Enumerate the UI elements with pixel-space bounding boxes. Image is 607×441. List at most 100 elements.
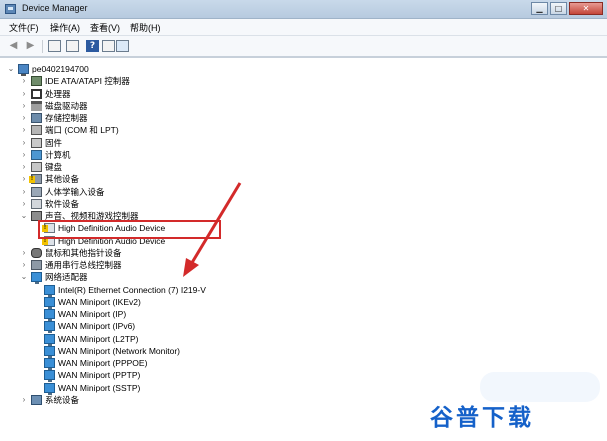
tree-category[interactable]: › 计算机 bbox=[0, 149, 600, 161]
menu-bar: 文件(F) 操作(A) 查看(V) 帮助(H) bbox=[0, 19, 607, 36]
expand-arrow-icon[interactable]: › bbox=[20, 161, 28, 173]
menu-file[interactable]: 文件(F) bbox=[9, 21, 39, 34]
tree-item-label: 处理器 bbox=[45, 88, 71, 99]
tree-device[interactable]: WAN Miniport (IP) bbox=[0, 308, 600, 321]
tree-category[interactable]: › 人体学输入设备 bbox=[0, 186, 600, 198]
usb-controller-icon bbox=[31, 260, 42, 270]
ide-controller-icon bbox=[31, 76, 42, 87]
tree-item-label: IDE ATA/ATAPI 控制器 bbox=[45, 76, 130, 87]
network-adapter-icon bbox=[44, 309, 55, 321]
tree-device[interactable]: WAN Miniport (PPPOE) bbox=[0, 357, 600, 370]
tree-category[interactable]: › 其他设备 bbox=[0, 173, 600, 185]
expand-arrow-icon[interactable]: › bbox=[20, 112, 28, 124]
tree-item-label: 人体学输入设备 bbox=[45, 186, 105, 197]
computer-root-icon bbox=[18, 64, 29, 76]
tree-item-label: WAN Miniport (L2TP) bbox=[58, 333, 139, 344]
back-arrow-icon[interactable]: ◀ bbox=[7, 40, 20, 52]
network-adapter-icon bbox=[44, 333, 55, 346]
network-adapter-icon bbox=[44, 358, 55, 370]
tree-item-label: 计算机 bbox=[45, 149, 71, 160]
window-controls: ▁ □ ✕ bbox=[531, 2, 603, 15]
action-pane-icon[interactable] bbox=[102, 40, 115, 52]
annotation-highlight-box bbox=[38, 220, 221, 239]
tree-category[interactable]: › 软件设备 bbox=[0, 198, 600, 210]
tree-category[interactable]: › 磁盘驱动器 bbox=[0, 100, 600, 112]
tree-category[interactable]: › 鼠标和其他指针设备 bbox=[0, 247, 600, 259]
tree-item-label: pe0402194700 bbox=[32, 64, 89, 74]
menu-action[interactable]: 操作(A) bbox=[50, 21, 80, 34]
tree-category[interactable]: › IDE ATA/ATAPI 控制器 bbox=[0, 75, 600, 87]
tree-category[interactable]: › 固件 bbox=[0, 137, 600, 149]
tree-item-label: 存储控制器 bbox=[45, 113, 88, 123]
window-title: Device Manager bbox=[22, 3, 88, 13]
expand-arrow-icon[interactable]: › bbox=[20, 198, 28, 210]
tree-item-label: WAN Miniport (Network Monitor) bbox=[58, 345, 181, 356]
scan-hardware-icon[interactable] bbox=[116, 40, 129, 52]
hid-icon bbox=[31, 186, 42, 197]
tree-device[interactable]: WAN Miniport (L2TP) bbox=[0, 333, 600, 346]
processor-icon bbox=[31, 88, 42, 99]
other-devices-icon bbox=[29, 174, 42, 185]
tree-item-label: 端口 (COM 和 LPT) bbox=[45, 125, 119, 136]
expand-arrow-icon[interactable]: › bbox=[20, 88, 28, 100]
expand-arrow-icon[interactable]: › bbox=[20, 173, 28, 185]
tree-category[interactable]: › 处理器 bbox=[0, 88, 600, 100]
tree-category[interactable]: ⌄ 网络适配器 bbox=[0, 271, 600, 285]
expand-arrow-icon[interactable]: › bbox=[20, 247, 28, 259]
toolbar: ◀ ▶ ? bbox=[0, 36, 607, 57]
menu-help[interactable]: 帮助(H) bbox=[130, 21, 161, 34]
expand-arrow-icon[interactable]: › bbox=[20, 186, 28, 198]
collapse-arrow-icon[interactable]: ⌄ bbox=[20, 271, 28, 283]
tree-device[interactable]: WAN Miniport (Network Monitor) bbox=[0, 345, 600, 358]
menu-view[interactable]: 查看(V) bbox=[90, 21, 120, 34]
tree-item-label: WAN Miniport (PPPOE) bbox=[58, 358, 148, 368]
tree-item-label: WAN Miniport (IKEv2) bbox=[58, 296, 141, 307]
expand-arrow-icon[interactable]: › bbox=[20, 100, 28, 112]
forward-arrow-icon[interactable]: ▶ bbox=[24, 40, 37, 52]
system-devices-icon bbox=[31, 394, 42, 405]
expand-arrow-icon[interactable]: › bbox=[20, 394, 28, 406]
tree-item-label: 软件设备 bbox=[45, 198, 80, 209]
expand-arrow-icon[interactable]: › bbox=[20, 137, 28, 149]
title-bar: Device Manager ▁ □ ✕ bbox=[0, 0, 607, 19]
tree-item-label: WAN Miniport (SSTP) bbox=[58, 382, 141, 393]
network-adapter-icon bbox=[44, 296, 55, 309]
tree-item-label: 鼠标和其他指针设备 bbox=[45, 247, 122, 258]
expand-arrow-icon[interactable]: › bbox=[20, 259, 28, 271]
tree-category[interactable]: › 存储控制器 bbox=[0, 112, 600, 124]
tree-root[interactable]: ⌄ pe0402194700 bbox=[0, 63, 600, 76]
tree-item-label: WAN Miniport (IPv6) bbox=[58, 321, 136, 332]
collapse-arrow-icon[interactable]: ⌄ bbox=[7, 63, 15, 75]
network-adapter-icon bbox=[31, 272, 42, 285]
expand-arrow-icon[interactable]: › bbox=[20, 75, 28, 87]
properties-icon[interactable] bbox=[66, 40, 79, 52]
tree-item-label: WAN Miniport (PPTP) bbox=[58, 370, 141, 381]
mouse-icon bbox=[31, 247, 42, 258]
tree-item-label: 系统设备 bbox=[45, 394, 80, 405]
tree-category[interactable]: › 通用串行总线控制器 bbox=[0, 259, 600, 271]
tree-category[interactable]: › 键盘 bbox=[0, 161, 600, 173]
firmware-icon bbox=[31, 137, 42, 148]
tree-item-label: 固件 bbox=[45, 137, 63, 148]
maximize-button[interactable]: □ bbox=[550, 2, 567, 15]
tree-device[interactable]: WAN Miniport (IPv6) bbox=[0, 320, 600, 334]
network-adapter-icon bbox=[44, 321, 55, 334]
tree-device[interactable]: WAN Miniport (IKEv2) bbox=[0, 296, 600, 309]
toolbar-separator bbox=[42, 40, 43, 53]
tree-device[interactable]: Intel(R) Ethernet Connection (7) I219-V bbox=[0, 284, 600, 297]
tree-category[interactable]: › 端口 (COM 和 LPT) bbox=[0, 124, 600, 136]
network-adapter-icon bbox=[44, 284, 55, 297]
expand-arrow-icon[interactable]: › bbox=[20, 149, 28, 161]
tree-item-label: 磁盘驱动器 bbox=[45, 100, 88, 111]
minimize-button[interactable]: ▁ bbox=[531, 2, 548, 15]
network-adapter-icon bbox=[44, 370, 55, 383]
expand-arrow-icon[interactable]: › bbox=[20, 124, 28, 136]
tree-item-label: 键盘 bbox=[45, 162, 63, 172]
close-button[interactable]: ✕ bbox=[569, 2, 603, 15]
computer-icon bbox=[31, 149, 42, 160]
help-icon[interactable]: ? bbox=[86, 40, 99, 52]
keyboard-icon bbox=[31, 162, 42, 172]
tree-item-label: Intel(R) Ethernet Connection (7) I219-V bbox=[58, 284, 206, 295]
collapse-arrow-icon[interactable]: ⌄ bbox=[20, 210, 28, 222]
show-hide-console-tree-icon[interactable] bbox=[48, 40, 61, 52]
